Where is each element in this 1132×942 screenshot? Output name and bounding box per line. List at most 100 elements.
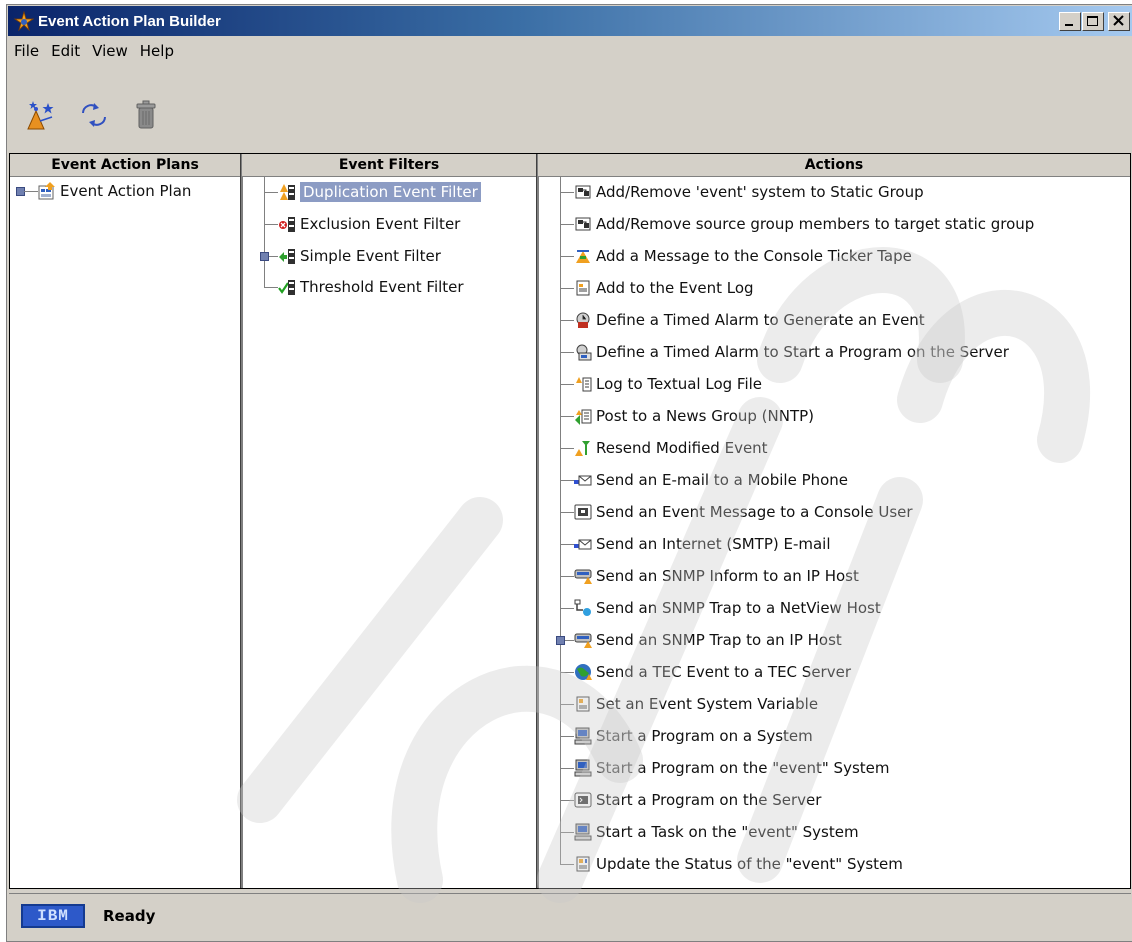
filter-item[interactable]: Threshold Event Filter (278, 273, 464, 301)
action-label: Send an SNMP Trap to an IP Host (596, 631, 842, 649)
alarm-icon (576, 312, 590, 328)
globe-icon (575, 664, 592, 680)
action-label: Send an E-mail to a Mobile Phone (596, 471, 849, 489)
close-button[interactable] (1108, 12, 1130, 31)
news-icon (575, 409, 592, 425)
filter-label: Threshold Event Filter (300, 278, 464, 296)
action-item[interactable]: Define a Timed Alarm to Start a Program … (574, 338, 1009, 366)
email-icon (574, 539, 592, 550)
refresh-icon[interactable] (78, 99, 110, 131)
action-label: Add to the Event Log (596, 279, 754, 297)
action-label: Add/Remove source group members to targe… (596, 215, 1035, 233)
action-label: Post to a News Group (NNTP) (596, 407, 815, 425)
action-item[interactable]: Define a Timed Alarm to Generate an Even… (574, 306, 925, 334)
variable-icon (576, 696, 590, 712)
menu-view[interactable]: View (92, 42, 128, 60)
status-text: Ready (103, 907, 156, 925)
app-icon (14, 11, 34, 31)
filter-label: Exclusion Event Filter (300, 215, 461, 233)
action-label: Set an Event System Variable (596, 695, 819, 713)
action-label: Send an Event Message to a Console User (596, 503, 913, 521)
action-item[interactable]: Send an SNMP Inform to an IP Host (574, 562, 859, 590)
action-label: Add a Message to the Console Ticker Tape (596, 247, 912, 265)
group-icon (575, 185, 591, 199)
resend-icon (575, 441, 590, 456)
snmp-icon (574, 569, 592, 584)
filter-label: Duplication Event Filter (300, 182, 481, 202)
action-item[interactable]: Start a Task on the "event" System (574, 818, 859, 846)
action-label: Send an SNMP Inform to an IP Host (596, 567, 859, 585)
menu-file[interactable]: File (14, 42, 39, 60)
action-label: Start a Task on the "event" System (596, 823, 859, 841)
actions-header: Actions (538, 154, 1130, 177)
duplication-filter-icon (280, 184, 295, 200)
action-label: Log to Textual Log File (596, 375, 763, 393)
action-item[interactable]: Add/Remove source group members to targe… (574, 210, 1034, 238)
action-item[interactable]: Add a Message to the Console Ticker Tape (574, 242, 912, 270)
action-label: Define a Timed Alarm to Generate an Even… (596, 311, 925, 329)
console-message-icon (574, 504, 592, 520)
action-item[interactable]: Send an SNMP Trap to an IP Host (574, 626, 842, 654)
action-label: Define a Timed Alarm to Start a Program … (596, 343, 1009, 361)
maximize-button[interactable] (1082, 12, 1104, 31)
action-item[interactable]: Send an SNMP Trap to a NetView Host (574, 594, 881, 622)
maximize-icon (1087, 16, 1098, 26)
action-item[interactable]: Update the Status of the "event" System (574, 850, 903, 878)
action-label: Start a Program on the Server (596, 791, 822, 809)
tree-expander[interactable] (556, 636, 565, 645)
close-icon (1113, 15, 1124, 26)
action-item[interactable]: Send an Event Message to a Console User (574, 498, 913, 526)
action-item[interactable]: Start a Program on a System (574, 722, 813, 750)
log-icon (576, 280, 590, 296)
alarm-program-icon (576, 344, 592, 361)
email-icon (574, 475, 592, 486)
menu-help[interactable]: Help (140, 42, 174, 60)
filter-item[interactable]: Simple Event Filter (278, 242, 441, 270)
exclusion-filter-icon (279, 217, 295, 232)
action-label: Send an SNMP Trap to a NetView Host (596, 599, 881, 617)
plan-label: Event Action Plan (60, 182, 192, 200)
wizard-icon[interactable] (24, 99, 56, 131)
server-program-icon (574, 792, 592, 808)
group-icon (575, 217, 591, 231)
filters-header: Event Filters (242, 154, 536, 177)
plans-column: Event Action Plans Event Action Plan (10, 154, 240, 888)
action-item[interactable]: Log to Textual Log File (574, 370, 762, 398)
ticker-icon (576, 250, 590, 263)
action-label: Resend Modified Event (596, 439, 768, 457)
toolbar (8, 65, 1132, 153)
filter-label: Simple Event Filter (300, 247, 441, 265)
title-bar[interactable]: Event Action Plan Builder (8, 6, 1132, 36)
filter-item[interactable]: Exclusion Event Filter (278, 210, 460, 238)
menu-edit[interactable]: Edit (51, 42, 80, 60)
action-item[interactable]: Start a Program on the "event" System (574, 754, 890, 782)
status-icon (576, 856, 590, 872)
content-panel: Event Action Plans Event Action Plan Eve… (9, 153, 1131, 889)
tree-expander[interactable] (260, 252, 269, 261)
action-item[interactable]: Send a TEC Event to a TEC Server (574, 658, 851, 686)
minimize-icon (1065, 24, 1073, 26)
action-item[interactable]: Send an Internet (SMTP) E-mail (574, 530, 831, 558)
action-item[interactable]: Set an Event System Variable (574, 690, 818, 718)
action-label: Send an Internet (SMTP) E-mail (596, 535, 831, 553)
ibm-logo: IBM (21, 904, 85, 928)
action-label: Send a TEC Event to a TEC Server (596, 663, 851, 681)
plan-item[interactable]: Event Action Plan (38, 177, 191, 205)
trash-icon[interactable] (130, 99, 162, 131)
action-item[interactable]: Post to a News Group (NNTP) (574, 402, 814, 430)
filter-item[interactable]: Duplication Event Filter (278, 178, 481, 206)
minimize-button[interactable] (1059, 12, 1081, 31)
plans-header: Event Action Plans (10, 154, 240, 177)
threshold-filter-icon (278, 280, 295, 295)
action-label: Update the Status of the "event" System (596, 855, 903, 873)
action-item[interactable]: Add to the Event Log (574, 274, 754, 302)
action-item[interactable]: Send an E-mail to a Mobile Phone (574, 466, 848, 494)
action-item[interactable]: Add/Remove 'event' system to Static Grou… (574, 178, 924, 206)
textfile-icon (576, 377, 592, 392)
window-title: Event Action Plan Builder (38, 12, 221, 30)
computer-icon (574, 759, 592, 777)
computer-icon (574, 727, 592, 745)
filters-column: Event Filters Duplication Event Filter E… (242, 154, 536, 888)
action-item[interactable]: Resend Modified Event (574, 434, 768, 462)
action-item[interactable]: Start a Program on the Server (574, 786, 821, 814)
